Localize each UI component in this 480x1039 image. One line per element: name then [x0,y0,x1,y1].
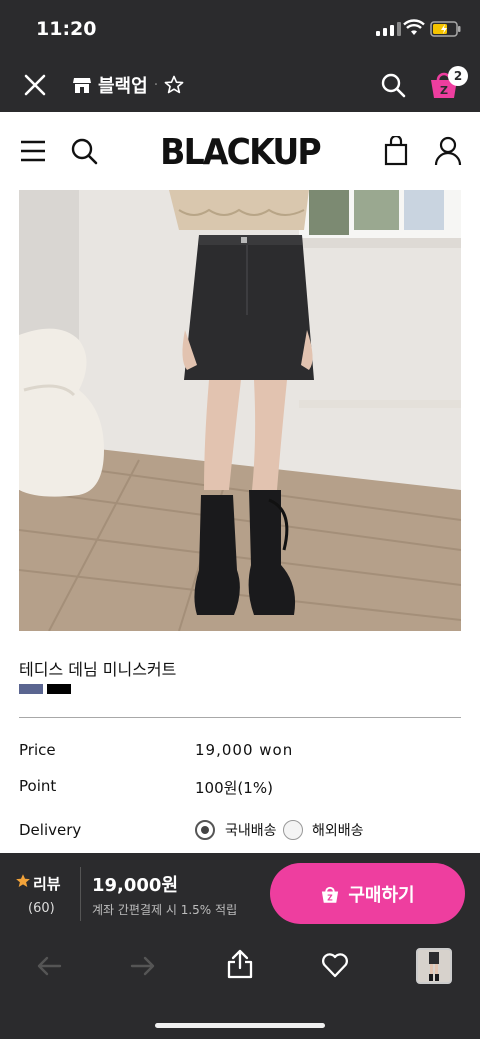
cart-badge: 2 [448,66,468,86]
buy-label: 구매하기 [348,884,415,906]
cart-icon: Z [322,886,339,903]
store-icon [73,78,91,93]
radio-overseas[interactable] [283,820,303,840]
buy-button[interactable]: Z 구매하기 [270,863,465,924]
overseas-label: 해외배송 [312,823,364,839]
store-name: 블랙업 [98,76,148,97]
user-icon[interactable] [434,136,462,166]
site-header: BLACKUP [0,112,480,190]
app-bar: 블랙업 · Z 2 [0,58,480,112]
review-label[interactable]: 리뷰 [33,873,61,894]
search-icon[interactable] [380,72,406,98]
star-icon [16,874,30,887]
payment-note: 계좌 간편결제 시 1.5% 적립 [92,903,238,917]
domestic-label: 국내배송 [225,823,277,839]
close-icon[interactable] [22,72,48,98]
heart-icon[interactable] [321,952,349,978]
product-image[interactable] [19,190,461,631]
swatch-blue[interactable] [19,684,43,694]
svg-text:Z: Z [328,893,334,902]
bag-icon[interactable] [384,136,408,166]
status-bar: 11:20 [0,0,480,58]
star-outline-icon[interactable] [164,75,184,95]
wifi-icon [403,19,425,35]
radio-domestic[interactable] [195,820,215,840]
status-time: 11:20 [36,18,97,40]
store-link[interactable]: 블랙업 · [72,72,184,98]
divider [80,867,81,921]
delivery-label: Delivery [19,821,82,839]
point-label: Point [19,777,57,795]
product-name: 테디스 데님 미니스커트 [19,660,177,679]
swatch-black[interactable] [47,684,71,694]
home-indicator [155,1023,325,1028]
point-value: 100원(1%) [195,779,273,797]
review-count[interactable]: (60) [28,901,55,916]
divider [19,717,461,718]
signal-icon [376,22,401,36]
product-photo [19,190,461,631]
battery-icon [430,21,461,37]
purchase-bar: 리뷰 (60) 19,000원 계좌 간편결제 시 1.5% 적립 Z 구매하기 [0,853,480,935]
share-icon[interactable] [226,949,254,979]
svg-text:Z: Z [440,84,448,97]
back-icon[interactable] [36,955,62,977]
forward-icon[interactable] [130,955,156,977]
separator-dot: · [153,77,159,93]
browser-nav-bar [0,935,480,1039]
bar-price: 19,000원 [92,875,179,896]
price-label: Price [19,741,56,759]
price-value: 19,000 won [195,741,294,759]
color-swatches [19,684,71,694]
tab-thumbnail[interactable] [416,948,452,984]
